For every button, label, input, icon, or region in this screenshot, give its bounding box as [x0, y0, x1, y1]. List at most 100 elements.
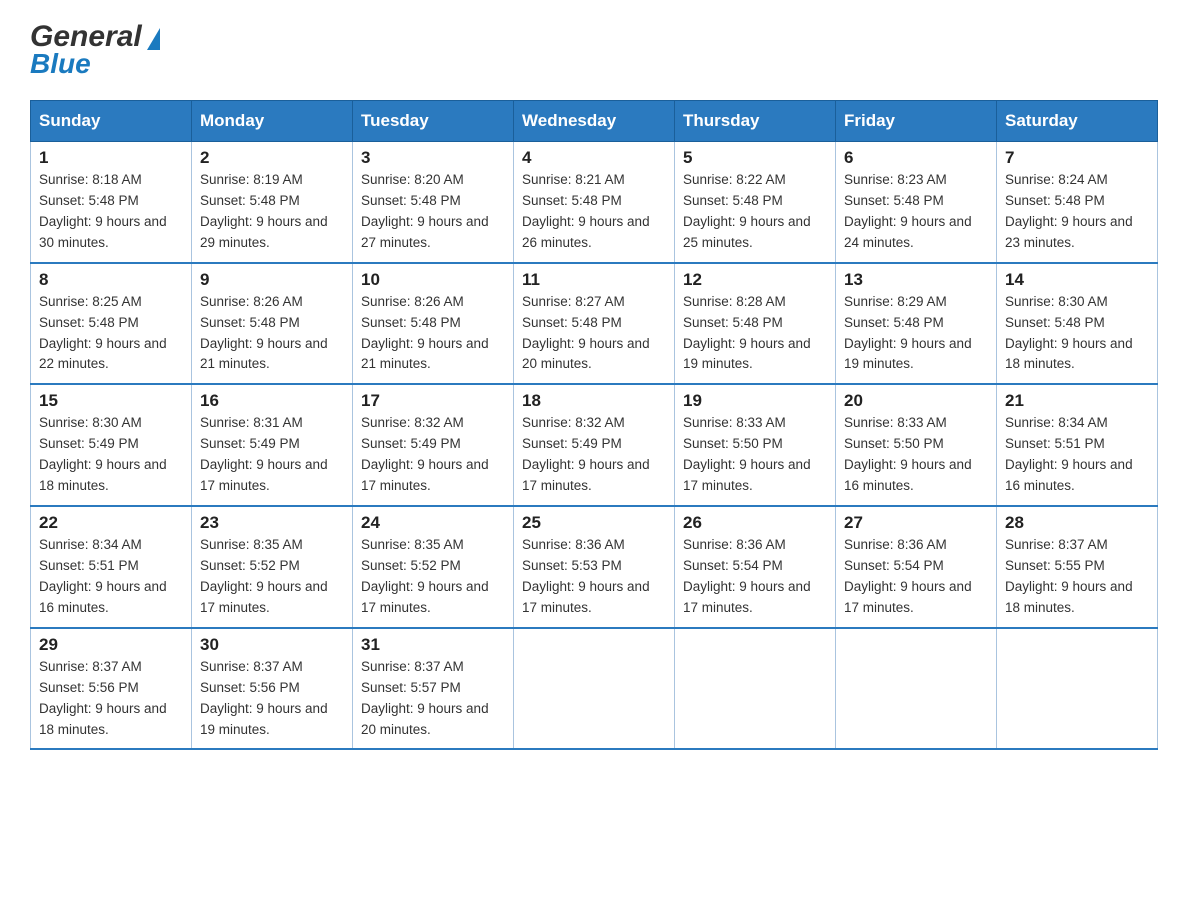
day-number: 17	[361, 391, 505, 411]
day-cell-21: 21 Sunrise: 8:34 AMSunset: 5:51 PMDaylig…	[997, 384, 1158, 506]
day-cell-5: 5 Sunrise: 8:22 AMSunset: 5:48 PMDayligh…	[675, 142, 836, 263]
day-cell-19: 19 Sunrise: 8:33 AMSunset: 5:50 PMDaylig…	[675, 384, 836, 506]
day-number: 20	[844, 391, 988, 411]
day-cell-22: 22 Sunrise: 8:34 AMSunset: 5:51 PMDaylig…	[31, 506, 192, 628]
calendar-body: 1 Sunrise: 8:18 AMSunset: 5:48 PMDayligh…	[31, 142, 1158, 750]
col-header-thursday: Thursday	[675, 101, 836, 142]
col-header-friday: Friday	[836, 101, 997, 142]
day-cell-26: 26 Sunrise: 8:36 AMSunset: 5:54 PMDaylig…	[675, 506, 836, 628]
day-info: Sunrise: 8:36 AMSunset: 5:54 PMDaylight:…	[844, 537, 972, 615]
day-cell-6: 6 Sunrise: 8:23 AMSunset: 5:48 PMDayligh…	[836, 142, 997, 263]
day-number: 26	[683, 513, 827, 533]
day-info: Sunrise: 8:35 AMSunset: 5:52 PMDaylight:…	[361, 537, 489, 615]
day-number: 3	[361, 148, 505, 168]
day-cell-10: 10 Sunrise: 8:26 AMSunset: 5:48 PMDaylig…	[353, 263, 514, 385]
day-info: Sunrise: 8:26 AMSunset: 5:48 PMDaylight:…	[361, 294, 489, 372]
week-row-5: 29 Sunrise: 8:37 AMSunset: 5:56 PMDaylig…	[31, 628, 1158, 750]
day-cell-13: 13 Sunrise: 8:29 AMSunset: 5:48 PMDaylig…	[836, 263, 997, 385]
day-cell-25: 25 Sunrise: 8:36 AMSunset: 5:53 PMDaylig…	[514, 506, 675, 628]
day-cell-27: 27 Sunrise: 8:36 AMSunset: 5:54 PMDaylig…	[836, 506, 997, 628]
day-cell-30: 30 Sunrise: 8:37 AMSunset: 5:56 PMDaylig…	[192, 628, 353, 750]
col-header-sunday: Sunday	[31, 101, 192, 142]
week-row-2: 8 Sunrise: 8:25 AMSunset: 5:48 PMDayligh…	[31, 263, 1158, 385]
day-cell-28: 28 Sunrise: 8:37 AMSunset: 5:55 PMDaylig…	[997, 506, 1158, 628]
day-info: Sunrise: 8:27 AMSunset: 5:48 PMDaylight:…	[522, 294, 650, 372]
day-cell-12: 12 Sunrise: 8:28 AMSunset: 5:48 PMDaylig…	[675, 263, 836, 385]
week-row-4: 22 Sunrise: 8:34 AMSunset: 5:51 PMDaylig…	[31, 506, 1158, 628]
day-info: Sunrise: 8:35 AMSunset: 5:52 PMDaylight:…	[200, 537, 328, 615]
day-info: Sunrise: 8:33 AMSunset: 5:50 PMDaylight:…	[683, 415, 811, 493]
day-number: 7	[1005, 148, 1149, 168]
day-number: 30	[200, 635, 344, 655]
day-number: 23	[200, 513, 344, 533]
day-cell-15: 15 Sunrise: 8:30 AMSunset: 5:49 PMDaylig…	[31, 384, 192, 506]
day-number: 21	[1005, 391, 1149, 411]
day-info: Sunrise: 8:21 AMSunset: 5:48 PMDaylight:…	[522, 172, 650, 250]
day-info: Sunrise: 8:37 AMSunset: 5:57 PMDaylight:…	[361, 659, 489, 737]
day-cell-4: 4 Sunrise: 8:21 AMSunset: 5:48 PMDayligh…	[514, 142, 675, 263]
day-number: 2	[200, 148, 344, 168]
week-row-3: 15 Sunrise: 8:30 AMSunset: 5:49 PMDaylig…	[31, 384, 1158, 506]
day-cell-31: 31 Sunrise: 8:37 AMSunset: 5:57 PMDaylig…	[353, 628, 514, 750]
day-number: 27	[844, 513, 988, 533]
day-info: Sunrise: 8:37 AMSunset: 5:55 PMDaylight:…	[1005, 537, 1133, 615]
day-info: Sunrise: 8:20 AMSunset: 5:48 PMDaylight:…	[361, 172, 489, 250]
day-number: 22	[39, 513, 183, 533]
day-cell-3: 3 Sunrise: 8:20 AMSunset: 5:48 PMDayligh…	[353, 142, 514, 263]
day-number: 16	[200, 391, 344, 411]
day-info: Sunrise: 8:32 AMSunset: 5:49 PMDaylight:…	[361, 415, 489, 493]
col-header-monday: Monday	[192, 101, 353, 142]
day-cell-20: 20 Sunrise: 8:33 AMSunset: 5:50 PMDaylig…	[836, 384, 997, 506]
day-number: 29	[39, 635, 183, 655]
logo-triangle-icon	[147, 28, 160, 50]
day-cell-23: 23 Sunrise: 8:35 AMSunset: 5:52 PMDaylig…	[192, 506, 353, 628]
empty-cell	[514, 628, 675, 750]
day-info: Sunrise: 8:29 AMSunset: 5:48 PMDaylight:…	[844, 294, 972, 372]
day-number: 18	[522, 391, 666, 411]
calendar-header-row: SundayMondayTuesdayWednesdayThursdayFrid…	[31, 101, 1158, 142]
day-info: Sunrise: 8:28 AMSunset: 5:48 PMDaylight:…	[683, 294, 811, 372]
empty-cell	[675, 628, 836, 750]
empty-cell	[836, 628, 997, 750]
day-number: 6	[844, 148, 988, 168]
day-cell-8: 8 Sunrise: 8:25 AMSunset: 5:48 PMDayligh…	[31, 263, 192, 385]
day-info: Sunrise: 8:23 AMSunset: 5:48 PMDaylight:…	[844, 172, 972, 250]
day-info: Sunrise: 8:34 AMSunset: 5:51 PMDaylight:…	[39, 537, 167, 615]
day-info: Sunrise: 8:37 AMSunset: 5:56 PMDaylight:…	[200, 659, 328, 737]
day-info: Sunrise: 8:30 AMSunset: 5:49 PMDaylight:…	[39, 415, 167, 493]
day-cell-1: 1 Sunrise: 8:18 AMSunset: 5:48 PMDayligh…	[31, 142, 192, 263]
day-info: Sunrise: 8:18 AMSunset: 5:48 PMDaylight:…	[39, 172, 167, 250]
day-number: 24	[361, 513, 505, 533]
col-header-wednesday: Wednesday	[514, 101, 675, 142]
day-number: 9	[200, 270, 344, 290]
logo: General Blue	[30, 20, 160, 80]
day-info: Sunrise: 8:31 AMSunset: 5:49 PMDaylight:…	[200, 415, 328, 493]
day-info: Sunrise: 8:25 AMSunset: 5:48 PMDaylight:…	[39, 294, 167, 372]
day-number: 31	[361, 635, 505, 655]
day-cell-9: 9 Sunrise: 8:26 AMSunset: 5:48 PMDayligh…	[192, 263, 353, 385]
day-number: 14	[1005, 270, 1149, 290]
day-number: 12	[683, 270, 827, 290]
col-header-tuesday: Tuesday	[353, 101, 514, 142]
day-info: Sunrise: 8:36 AMSunset: 5:53 PMDaylight:…	[522, 537, 650, 615]
day-number: 19	[683, 391, 827, 411]
day-number: 1	[39, 148, 183, 168]
page-header: General Blue	[30, 20, 1158, 80]
day-cell-24: 24 Sunrise: 8:35 AMSunset: 5:52 PMDaylig…	[353, 506, 514, 628]
logo-subtitle: Blue	[30, 48, 91, 80]
day-number: 13	[844, 270, 988, 290]
day-info: Sunrise: 8:32 AMSunset: 5:49 PMDaylight:…	[522, 415, 650, 493]
empty-cell	[997, 628, 1158, 750]
day-cell-2: 2 Sunrise: 8:19 AMSunset: 5:48 PMDayligh…	[192, 142, 353, 263]
day-info: Sunrise: 8:34 AMSunset: 5:51 PMDaylight:…	[1005, 415, 1133, 493]
week-row-1: 1 Sunrise: 8:18 AMSunset: 5:48 PMDayligh…	[31, 142, 1158, 263]
day-cell-7: 7 Sunrise: 8:24 AMSunset: 5:48 PMDayligh…	[997, 142, 1158, 263]
day-info: Sunrise: 8:19 AMSunset: 5:48 PMDaylight:…	[200, 172, 328, 250]
day-info: Sunrise: 8:37 AMSunset: 5:56 PMDaylight:…	[39, 659, 167, 737]
calendar-table: SundayMondayTuesdayWednesdayThursdayFrid…	[30, 100, 1158, 750]
day-info: Sunrise: 8:30 AMSunset: 5:48 PMDaylight:…	[1005, 294, 1133, 372]
day-info: Sunrise: 8:24 AMSunset: 5:48 PMDaylight:…	[1005, 172, 1133, 250]
day-number: 11	[522, 270, 666, 290]
day-number: 10	[361, 270, 505, 290]
day-number: 25	[522, 513, 666, 533]
